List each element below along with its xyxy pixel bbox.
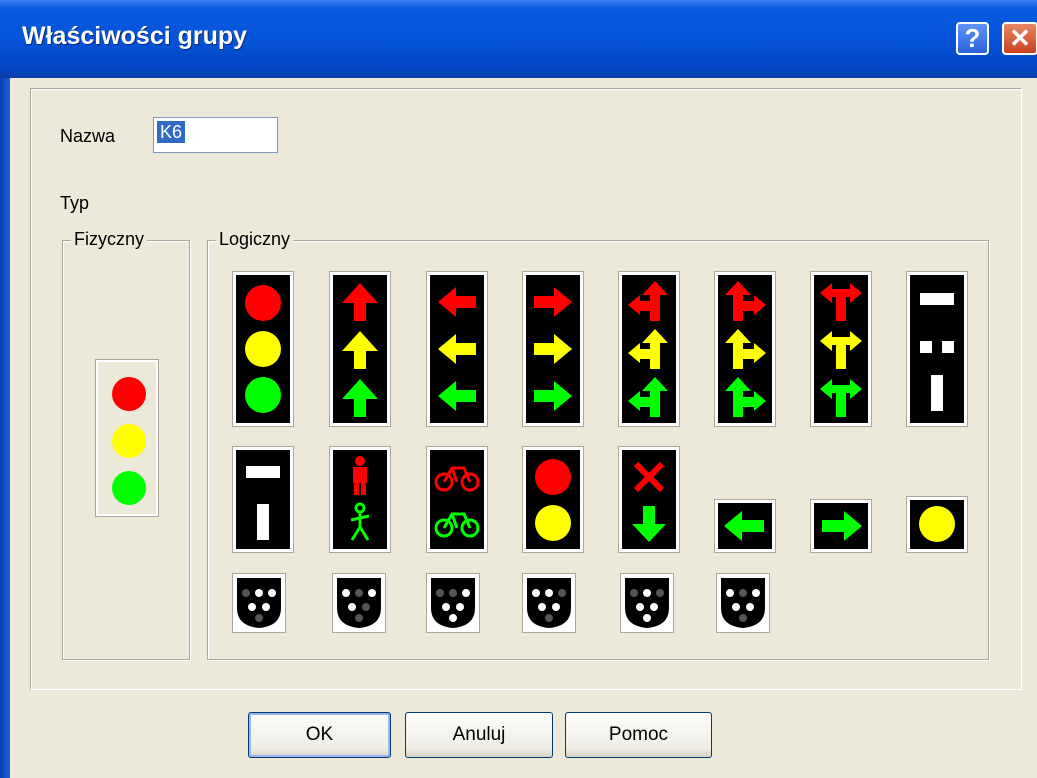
signal-arrow-up-icon[interactable] [329,271,391,427]
signal-shield-4-icon[interactable] [522,573,576,633]
window-title: Właściwości grupy [22,22,248,50]
signal-traffic-light-icon[interactable] [232,271,294,427]
type-label: Typ [60,193,90,213]
signal-tram-bars-icon[interactable] [906,271,968,427]
signal-bicycle-icon[interactable] [426,446,488,553]
physical-traffic-light-icon[interactable] [95,359,159,517]
signal-tram-bar-icon[interactable] [232,446,294,553]
help-button[interactable]: Pomoc [565,712,712,758]
close-icon[interactable]: ✕ [1002,22,1037,55]
signal-red-yellow-icon[interactable] [522,446,584,553]
window-frame [0,78,10,778]
signal-shield-3-icon[interactable] [426,573,480,633]
signal-yellow-circle-icon[interactable] [906,496,968,553]
name-label: Nazwa [60,126,116,146]
physical-group-title: Fizyczny [71,229,148,250]
name-field[interactable]: K6 [153,117,278,153]
help-icon[interactable]: ? [956,22,989,55]
signal-arrow-left-right-icon[interactable] [810,271,872,427]
signal-arrow-left-up-icon[interactable] [618,271,680,427]
signal-pedestrian-icon[interactable] [329,446,391,553]
signal-shield-6-icon[interactable] [716,573,770,633]
signal-green-right-icon[interactable] [810,499,872,553]
ok-button[interactable]: OK [248,712,391,758]
signal-shield-5-icon[interactable] [620,573,674,633]
signal-shield-1-icon[interactable] [232,573,286,633]
signal-arrow-up-right-icon[interactable] [714,271,776,427]
signal-cross-down-icon[interactable] [618,446,680,553]
logical-group: Logiczny [207,229,989,660]
signal-shield-2-icon[interactable] [332,573,386,633]
name-field-value: K6 [157,121,186,143]
title-bar: Właściwości grupy ? ✕ [0,0,1037,78]
signal-arrow-right-icon[interactable] [522,271,584,427]
cancel-button[interactable]: Anuluj [405,712,553,758]
signal-green-left-icon[interactable] [714,499,776,553]
signal-arrow-left-icon[interactable] [426,271,488,427]
logical-group-title: Logiczny [216,229,294,250]
